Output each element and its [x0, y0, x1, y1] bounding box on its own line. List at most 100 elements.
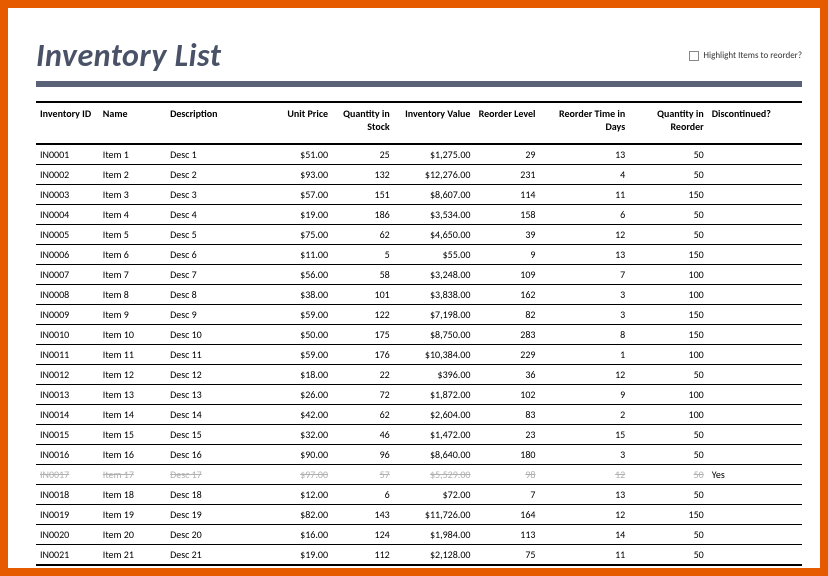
cell-unit-price[interactable]: $50.00	[265, 325, 332, 345]
table-row[interactable]: IN0009Item 9Desc 9$59.00122$7,198.008231…	[36, 305, 802, 325]
cell-name[interactable]: Item 15	[99, 425, 166, 445]
cell-description[interactable]: Desc 20	[166, 525, 265, 545]
cell-inventory-value[interactable]: $5,529.00	[394, 465, 475, 485]
table-row[interactable]: IN0010Item 10Desc 10$50.00175$8,750.0028…	[36, 325, 802, 345]
cell-discontinued[interactable]	[708, 345, 802, 365]
table-row[interactable]: IN0013Item 13Desc 13$26.0072$1,872.00102…	[36, 385, 802, 405]
cell-inventory-id[interactable]: IN0009	[36, 305, 99, 325]
cell-unit-price[interactable]: $56.00	[265, 265, 332, 285]
cell-discontinued[interactable]	[708, 285, 802, 305]
cell-reorder-level[interactable]: 82	[474, 305, 539, 325]
cell-discontinued[interactable]	[708, 445, 802, 465]
cell-reorder-time[interactable]: 12	[540, 505, 630, 525]
cell-inventory-id[interactable]: IN0003	[36, 185, 99, 205]
cell-qty-reorder[interactable]: 50	[629, 165, 708, 185]
cell-qty-reorder[interactable]: 150	[629, 325, 708, 345]
cell-description[interactable]: Desc 16	[166, 445, 265, 465]
cell-discontinued[interactable]	[708, 225, 802, 245]
cell-description[interactable]: Desc 5	[166, 225, 265, 245]
cell-description[interactable]: Desc 21	[166, 545, 265, 566]
cell-unit-price[interactable]: $75.00	[265, 225, 332, 245]
cell-reorder-level[interactable]: 102	[474, 385, 539, 405]
cell-inventory-value[interactable]: $1,872.00	[394, 385, 475, 405]
cell-inventory-id[interactable]: IN0005	[36, 225, 99, 245]
cell-reorder-time[interactable]: 13	[540, 245, 630, 265]
cell-inventory-value[interactable]: $10,384.00	[394, 345, 475, 365]
cell-qty-reorder[interactable]: 50	[629, 525, 708, 545]
cell-inventory-id[interactable]: IN0014	[36, 405, 99, 425]
cell-unit-price[interactable]: $51.00	[265, 144, 332, 165]
cell-name[interactable]: Item 8	[99, 285, 166, 305]
cell-reorder-time[interactable]: 2	[540, 405, 630, 425]
cell-discontinued[interactable]	[708, 305, 802, 325]
cell-unit-price[interactable]: $19.00	[265, 545, 332, 566]
cell-inventory-value[interactable]: $3,248.00	[394, 265, 475, 285]
cell-inventory-value[interactable]: $1,275.00	[394, 144, 475, 165]
table-row[interactable]: IN0007Item 7Desc 7$56.0058$3,248.0010971…	[36, 265, 802, 285]
cell-inventory-id[interactable]: IN0008	[36, 285, 99, 305]
cell-name[interactable]: Item 18	[99, 485, 166, 505]
cell-reorder-level[interactable]: 231	[474, 165, 539, 185]
cell-qty-reorder[interactable]: 50	[629, 205, 708, 225]
cell-reorder-level[interactable]: 75	[474, 545, 539, 566]
cell-qty-stock[interactable]: 22	[332, 365, 394, 385]
cell-reorder-level[interactable]: 180	[474, 445, 539, 465]
cell-inventory-id[interactable]: IN0017	[36, 465, 99, 485]
cell-qty-reorder[interactable]: 150	[629, 305, 708, 325]
cell-inventory-id[interactable]: IN0001	[36, 144, 99, 165]
table-row[interactable]: IN0018Item 18Desc 18$12.006$72.0071350	[36, 485, 802, 505]
cell-reorder-level[interactable]: 9	[474, 245, 539, 265]
cell-name[interactable]: Item 9	[99, 305, 166, 325]
cell-unit-price[interactable]: $93.00	[265, 165, 332, 185]
table-row[interactable]: IN0002Item 2Desc 2$93.00132$12,276.00231…	[36, 165, 802, 185]
cell-reorder-level[interactable]: 23	[474, 425, 539, 445]
cell-reorder-level[interactable]: 109	[474, 265, 539, 285]
cell-qty-reorder[interactable]: 100	[629, 405, 708, 425]
col-description[interactable]: Description	[166, 102, 265, 144]
cell-discontinued[interactable]	[708, 365, 802, 385]
cell-inventory-value[interactable]: $1,984.00	[394, 525, 475, 545]
cell-reorder-level[interactable]: 283	[474, 325, 539, 345]
cell-qty-stock[interactable]: 5	[332, 245, 394, 265]
cell-inventory-value[interactable]: $2,604.00	[394, 405, 475, 425]
cell-reorder-time[interactable]: 3	[540, 445, 630, 465]
cell-name[interactable]: Item 16	[99, 445, 166, 465]
cell-reorder-time[interactable]: 8	[540, 325, 630, 345]
cell-qty-stock[interactable]: 176	[332, 345, 394, 365]
cell-qty-stock[interactable]: 186	[332, 205, 394, 225]
cell-name[interactable]: Item 20	[99, 525, 166, 545]
cell-name[interactable]: Item 2	[99, 165, 166, 185]
cell-reorder-time[interactable]: 13	[540, 485, 630, 505]
col-name[interactable]: Name	[99, 102, 166, 144]
cell-reorder-time[interactable]: 3	[540, 285, 630, 305]
cell-inventory-value[interactable]: $8,640.00	[394, 445, 475, 465]
cell-reorder-time[interactable]: 4	[540, 165, 630, 185]
cell-description[interactable]: Desc 11	[166, 345, 265, 365]
cell-description[interactable]: Desc 7	[166, 265, 265, 285]
cell-description[interactable]: Desc 3	[166, 185, 265, 205]
table-row[interactable]: IN0020Item 20Desc 20$16.00124$1,984.0011…	[36, 525, 802, 545]
cell-reorder-level[interactable]: 158	[474, 205, 539, 225]
cell-qty-reorder[interactable]: 150	[629, 505, 708, 525]
col-inventory-id[interactable]: Inventory ID	[36, 102, 99, 144]
cell-unit-price[interactable]: $19.00	[265, 205, 332, 225]
cell-inventory-value[interactable]: $2,128.00	[394, 545, 475, 566]
cell-reorder-level[interactable]: 113	[474, 525, 539, 545]
cell-description[interactable]: Desc 8	[166, 285, 265, 305]
cell-unit-price[interactable]: $57.00	[265, 185, 332, 205]
cell-unit-price[interactable]: $32.00	[265, 425, 332, 445]
cell-description[interactable]: Desc 13	[166, 385, 265, 405]
table-row[interactable]: IN0003Item 3Desc 3$57.00151$8,607.001141…	[36, 185, 802, 205]
cell-name[interactable]: Item 11	[99, 345, 166, 365]
col-qty-reorder[interactable]: Quantity in Reorder	[629, 102, 708, 144]
col-inventory-value[interactable]: Inventory Value	[394, 102, 475, 144]
cell-description[interactable]: Desc 10	[166, 325, 265, 345]
cell-discontinued[interactable]	[708, 505, 802, 525]
cell-qty-stock[interactable]: 112	[332, 545, 394, 566]
cell-qty-stock[interactable]: 46	[332, 425, 394, 445]
cell-description[interactable]: Desc 17	[166, 465, 265, 485]
cell-qty-reorder[interactable]: 150	[629, 245, 708, 265]
cell-inventory-id[interactable]: IN0020	[36, 525, 99, 545]
cell-inventory-value[interactable]: $1,472.00	[394, 425, 475, 445]
cell-inventory-id[interactable]: IN0007	[36, 265, 99, 285]
